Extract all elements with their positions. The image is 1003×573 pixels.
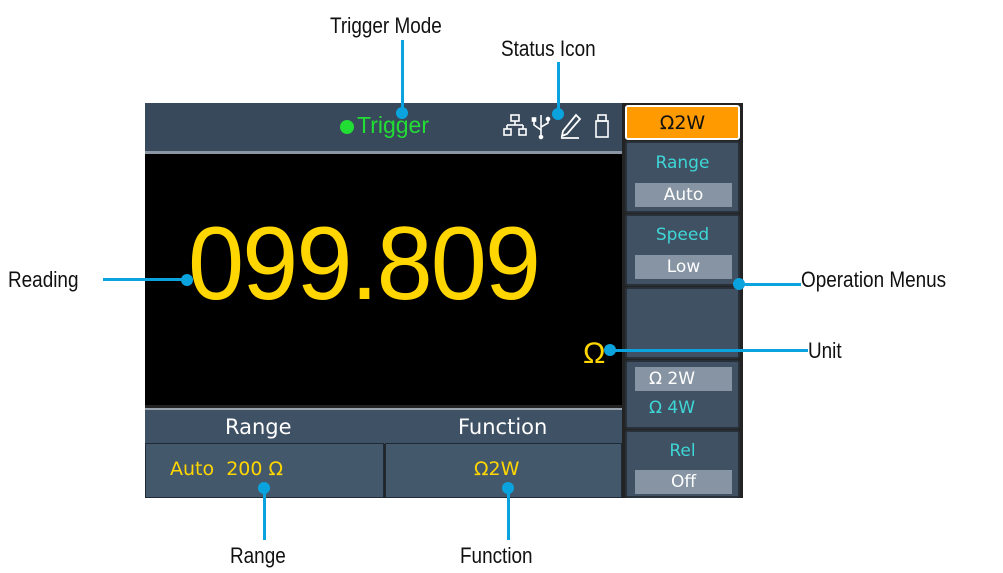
unit-pointer [604,344,616,356]
function-value: Ω2W [474,458,520,480]
operation-menus-annotation: Operation Menus [801,267,947,292]
trigger-mode-annotation: Trigger Mode [330,13,442,38]
menu-rel-label: Rel [669,441,696,461]
status-icon-leader [557,62,560,114]
trigger-indicator-icon [340,120,354,134]
usb-icon [531,115,551,140]
range-pointer [258,482,270,494]
menu-title-label: Ω2W [659,112,706,134]
bottom-header-bar [145,408,622,444]
reading-pointer [181,274,193,286]
operation-menus-leader [739,283,801,286]
status-icon-annotation: Status Icon [501,36,596,61]
menu-range-label: Range [655,153,710,173]
network-icon [503,114,527,136]
menu-mode-other: Ω 4W [649,398,696,418]
menu-speed-value: Low [635,255,732,279]
reading-value: 099.809 [188,206,541,322]
trigger-mode-pointer [396,107,408,119]
operation-menus-pointer [733,278,745,290]
function-pointer [502,482,514,494]
range-leader [263,488,266,540]
menu-mode-selected: Ω 2W [635,367,732,391]
menu-range-value: Auto [635,183,732,207]
status-icon-pointer [552,108,564,120]
menu-mode-button[interactable]: Ω 2W Ω 4W [625,360,740,429]
range-header: Range [225,415,292,439]
usb-drive-icon [595,114,609,138]
function-leader [507,488,510,540]
function-header: Function [458,415,548,439]
reading-annotation: Reading [8,267,79,292]
unit-label: Ω [583,337,606,370]
menu-range-button[interactable]: Range Auto [625,141,740,213]
range-annotation: Range [230,543,286,568]
trigger-mode-label: Trigger [357,112,429,138]
menu-rel-button[interactable]: Rel Off [625,430,740,498]
menu-speed-button[interactable]: Speed Low [625,214,740,286]
function-annotation: Function [460,543,533,568]
menu-title: Ω2W [625,105,740,140]
unit-leader [608,349,808,352]
range-value: Auto 200 Ω [170,458,284,480]
menu-speed-label: Speed [655,225,710,245]
reading-leader [103,278,187,281]
trigger-mode-leader [401,40,404,113]
menu-rel-value: Off [635,470,732,494]
unit-annotation: Unit [808,338,842,363]
